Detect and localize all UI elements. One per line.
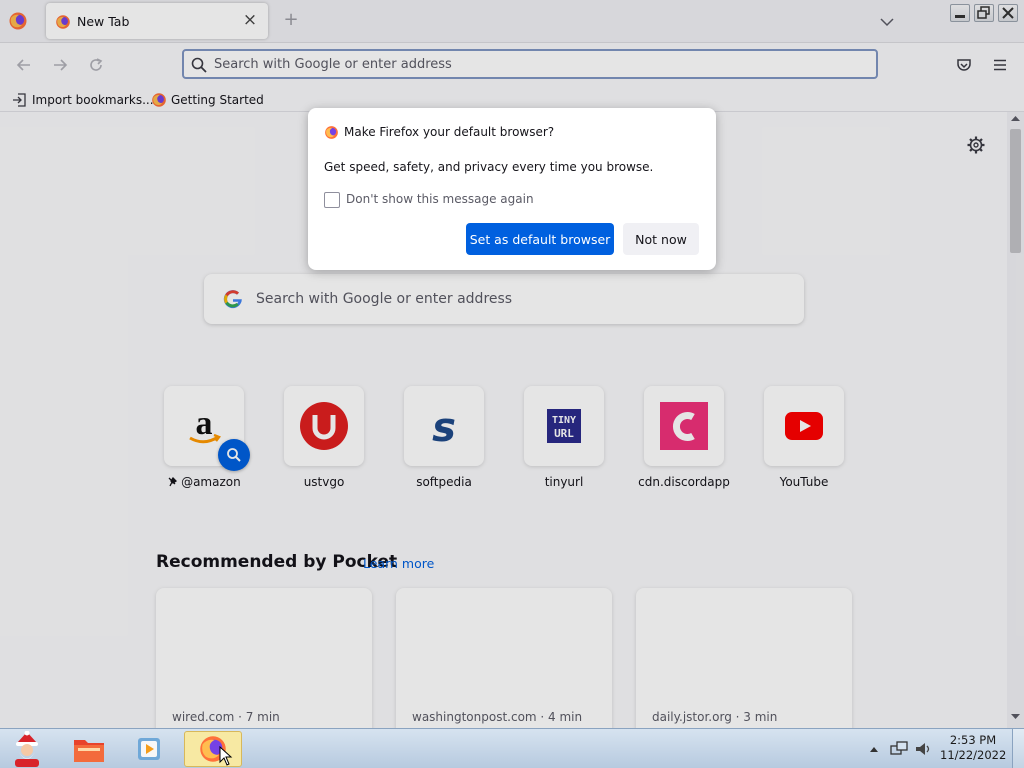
taskbar: 2:53 PM 11/22/2022	[0, 728, 1024, 768]
volume-icon[interactable]	[914, 741, 932, 757]
dont-show-again-label[interactable]: Don't show this message again	[346, 192, 534, 206]
mouse-cursor-icon	[219, 746, 233, 766]
default-browser-dialog: Make Firefox your default browser? Get s…	[308, 108, 716, 270]
media-player-icon	[138, 738, 160, 760]
not-now-button[interactable]: Not now	[623, 223, 699, 255]
browser-window: New Tab × + Search with Google or enter …	[0, 0, 1024, 768]
folder-icon	[74, 740, 104, 762]
taskbar-firefox[interactable]	[184, 731, 242, 767]
clock-date: 11/22/2022	[940, 748, 1007, 762]
taskbar-file-explorer[interactable]	[62, 731, 116, 767]
show-hidden-icons-icon[interactable]	[869, 745, 879, 753]
dont-show-again-checkbox[interactable]	[324, 192, 340, 208]
dialog-message: Get speed, safety, and privacy every tim…	[324, 160, 654, 174]
set-default-browser-button[interactable]: Set as default browser	[466, 223, 614, 255]
start-button[interactable]	[0, 731, 54, 767]
firefox-icon	[325, 126, 338, 139]
taskbar-media-player[interactable]	[122, 731, 176, 767]
santa-start-icon	[15, 731, 39, 767]
network-icon[interactable]	[890, 741, 908, 757]
dialog-title: Make Firefox your default browser?	[344, 125, 555, 139]
system-clock[interactable]: 2:53 PM 11/22/2022	[940, 733, 1006, 763]
clock-time: 2:53 PM	[949, 733, 997, 747]
show-desktop-button[interactable]	[1012, 729, 1024, 768]
